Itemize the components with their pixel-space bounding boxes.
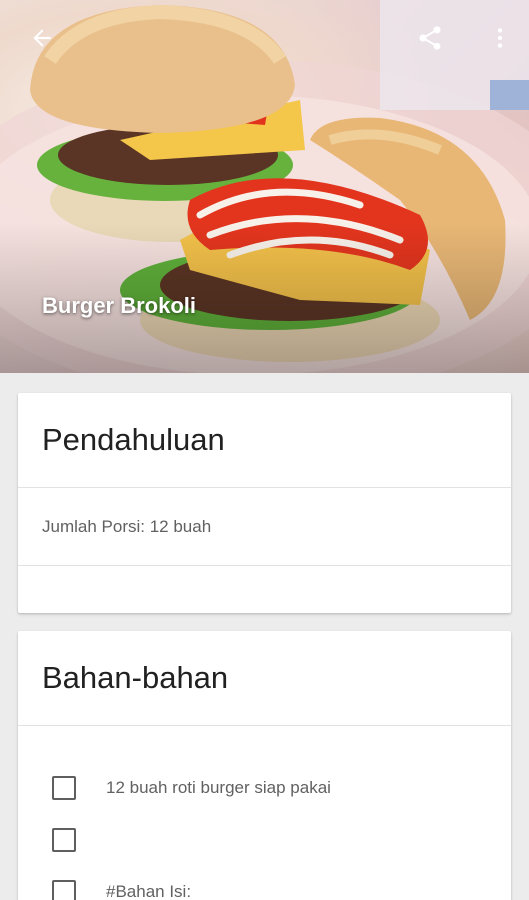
ingredient-checkbox[interactable] bbox=[52, 776, 76, 800]
ingredients-card-title: Bahan-bahan bbox=[18, 631, 511, 726]
share-button[interactable] bbox=[408, 16, 452, 60]
more-options-button[interactable] bbox=[478, 16, 522, 60]
content-area: Pendahuluan Jumlah Porsi: 12 buah Bahan-… bbox=[0, 373, 529, 900]
intro-card: Pendahuluan Jumlah Porsi: 12 buah bbox=[18, 393, 511, 613]
ingredient-item[interactable] bbox=[18, 814, 511, 866]
ingredient-label: 12 buah roti burger siap pakai bbox=[106, 778, 331, 797]
intro-extra-row bbox=[18, 566, 511, 613]
hero-image: Burger Brokoli bbox=[0, 0, 529, 373]
ingredient-checkbox[interactable] bbox=[52, 880, 76, 900]
share-icon bbox=[419, 26, 441, 50]
ingredient-item[interactable]: 12 buah roti burger siap pakai bbox=[18, 762, 511, 814]
intro-card-title: Pendahuluan bbox=[18, 393, 511, 488]
portion-info: Jumlah Porsi: 12 buah bbox=[18, 488, 511, 566]
more-vert-icon bbox=[497, 28, 503, 48]
ingredient-label: #Bahan Isi: bbox=[106, 882, 192, 900]
arrow-back-icon bbox=[33, 29, 51, 47]
ingredient-checkbox[interactable] bbox=[52, 828, 76, 852]
back-button[interactable] bbox=[20, 16, 64, 60]
recipe-title: Burger Brokoli bbox=[42, 293, 197, 318]
ingredients-card: Bahan-bahan 12 buah roti burger siap pak… bbox=[18, 631, 511, 900]
ingredient-item[interactable]: #Bahan Isi: bbox=[18, 866, 511, 900]
ingredient-list: 12 buah roti burger siap pakai #Bahan Is… bbox=[18, 726, 511, 900]
